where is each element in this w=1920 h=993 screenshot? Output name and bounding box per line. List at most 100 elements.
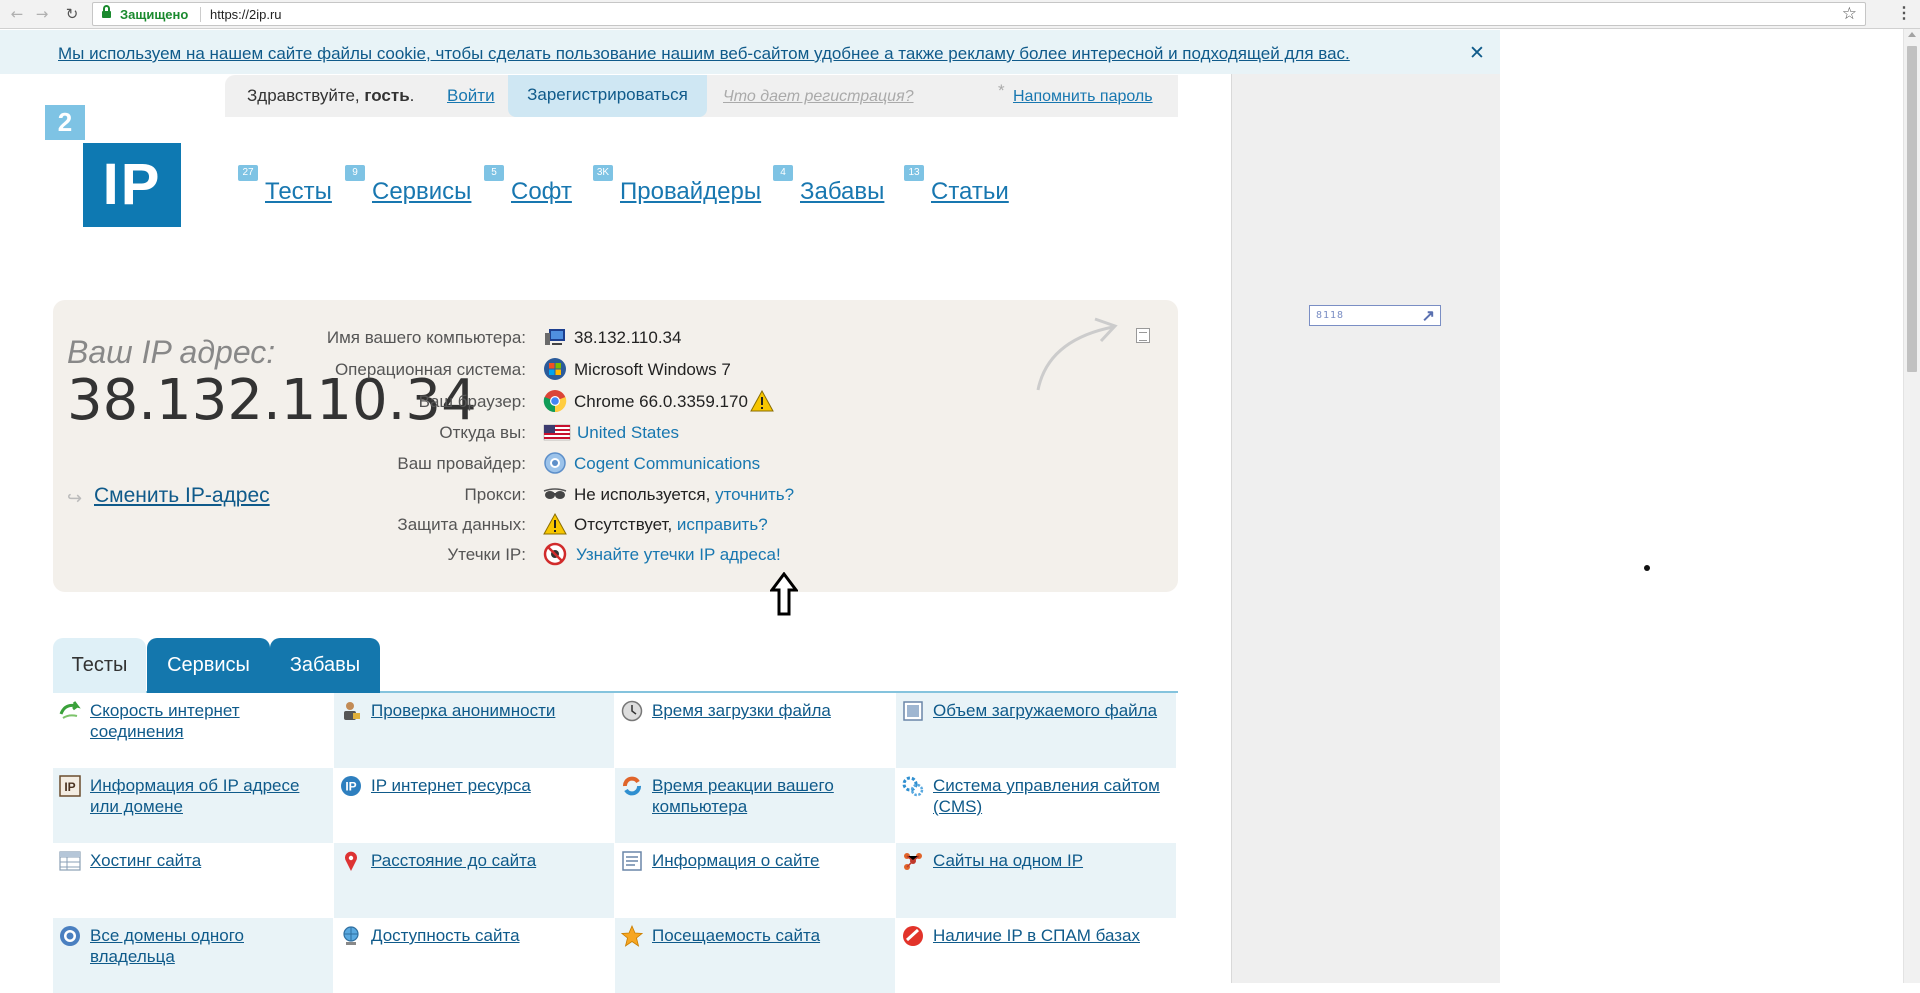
test-link[interactable]: Система управления сайтом (CMS) (933, 775, 1168, 817)
hosting-icon (59, 851, 81, 871)
test-link[interactable]: Время реакции вашего компьютера (652, 775, 887, 817)
test-item: Наличие IP в СПАМ базах (896, 918, 1176, 993)
secure-label: Защищено (120, 7, 189, 22)
star-icon (621, 925, 643, 947)
info-row-proxy: Прокси: Не используется, уточнить? (413, 482, 1013, 506)
test-link[interactable]: Скорость интернет соединения (90, 700, 325, 742)
glasses-icon (543, 488, 567, 499)
test-link[interactable]: Все домены одного владельца (90, 925, 325, 967)
ip-heading: Ваш IP адрес: (67, 334, 276, 370)
protection-status: Отсутствует, (574, 515, 673, 534)
protection-fix-link[interactable]: исправить? (677, 515, 768, 534)
user-bar: Здравствуйте, гость. Войти Зарегистриров… (225, 75, 1178, 117)
test-link[interactable]: Наличие IP в СПАМ базах (933, 925, 1168, 946)
cookie-banner: Мы используем на нашем сайте файлы cooki… (0, 30, 1500, 74)
info-label: Защита данных: (397, 515, 526, 534)
test-link[interactable]: Расстояние до сайта (371, 850, 606, 871)
tab-tests[interactable]: Тесты (53, 638, 146, 693)
info-label: Откуда вы: (439, 423, 526, 442)
decorative-arrow-icon (1036, 317, 1118, 391)
browser-warning-icon[interactable] (750, 390, 774, 412)
tab-fun[interactable]: Забавы (270, 638, 380, 693)
up-arrow-icon (770, 572, 798, 616)
nav-link-fun[interactable]: Забавы (800, 178, 884, 206)
address-bar[interactable]: Защищено https://2ip.ru ☆ (92, 2, 1866, 26)
greeting: Здравствуйте, гость. (247, 86, 414, 106)
nav-badge: 3K (593, 165, 613, 181)
browser-menu-icon[interactable]: ⋮ (1896, 3, 1912, 23)
nav-badge: 4 (773, 165, 793, 181)
test-item: Объем загружаемого файла (896, 693, 1176, 768)
leak-icon (543, 542, 567, 566)
register-label: Зарегистрироваться (527, 85, 688, 104)
counter-widget[interactable]: 8118 ↗ (1309, 305, 1441, 326)
proxy-clarify-link[interactable]: уточнить? (715, 485, 794, 504)
tab-bar: Тесты Сервисы Забавы (53, 638, 1178, 693)
test-link[interactable]: Время загрузки файла (652, 700, 887, 721)
tests-row: Все домены одного владельца Доступность … (53, 918, 1178, 993)
scroll-up-icon[interactable] (1908, 32, 1916, 37)
info-value: Chrome 66.0.3359.170 (574, 392, 748, 411)
remind-password-link[interactable]: Напомнить пароль (1013, 88, 1153, 106)
reload-icon[interactable]: ↻ (63, 5, 81, 23)
spam-icon (903, 926, 923, 946)
svg-text:IP: IP (64, 780, 75, 794)
info-row-os: Операционная система: Microsoft Windows … (335, 357, 1013, 381)
nav-badge: 9 (345, 165, 365, 181)
login-link[interactable]: Войти (447, 86, 495, 106)
tests-row: IP Информация об IP адресе или домене IP… (53, 768, 1178, 843)
info-value: Не используется, уточнить? (574, 485, 794, 505)
ip-leaks-link[interactable]: Узнайте утечки IP адреса! (576, 545, 781, 564)
test-link[interactable]: Доступность сайта (371, 925, 606, 946)
test-item: Проверка анонимности (334, 693, 614, 768)
test-item: IP Информация об IP адресе или домене (53, 768, 333, 843)
test-link[interactable]: Посещаемость сайта (652, 925, 887, 946)
test-item: Все домены одного владельца (53, 918, 333, 993)
page-scrollbar[interactable] (1903, 29, 1920, 983)
test-link[interactable]: Информация об IP адресе или домене (90, 775, 325, 817)
provider-icon (544, 452, 566, 474)
proxy-status: Не используется, (574, 485, 711, 504)
tab-services[interactable]: Сервисы (147, 638, 270, 693)
greeting-prefix: Здравствуйте, (247, 86, 360, 105)
us-flag-icon (543, 424, 571, 441)
register-button[interactable]: Зарегистрироваться (508, 75, 707, 117)
test-link[interactable]: Хостинг сайта (90, 850, 325, 871)
copy-icon[interactable] (1136, 328, 1150, 343)
logo-number: 2 (45, 105, 85, 140)
provider-link[interactable]: Cogent Communications (574, 454, 760, 473)
ip-info-icon: IP (59, 775, 81, 797)
cursor-dot (1644, 565, 1650, 571)
forward-icon[interactable]: → (33, 5, 51, 23)
site-logo[interactable]: 2 IP (45, 105, 181, 227)
change-arrow-icon: ↪ (67, 488, 83, 508)
nav-link-providers[interactable]: Провайдеры (620, 178, 761, 206)
distance-pin-icon (345, 851, 357, 871)
info-label: Ваш провайдер: (397, 454, 526, 473)
info-value: United States (577, 423, 679, 443)
remind-asterisk: * (998, 81, 1005, 100)
test-item: Скорость интернет соединения (53, 693, 333, 768)
test-link[interactable]: IP интернет ресурса (371, 775, 606, 796)
nav-link-tests[interactable]: Тесты (265, 178, 332, 206)
test-link[interactable]: Объем загружаемого файла (933, 700, 1168, 721)
test-link[interactable]: Информация о сайте (652, 850, 887, 871)
back-icon[interactable]: ← (8, 5, 26, 23)
nav-badge: 5 (484, 165, 504, 181)
ip-info-panel: Ваш IP адрес: 38.132.110.34 ↪ Сменить IP… (53, 300, 1178, 592)
close-icon[interactable]: ✕ (1469, 42, 1485, 64)
test-link[interactable]: Проверка анонимности (371, 700, 606, 721)
country-link[interactable]: United States (577, 423, 679, 442)
nav-link-services[interactable]: Сервисы (372, 178, 471, 206)
test-link[interactable]: Сайты на одном IP (933, 850, 1168, 871)
nav-link-articles[interactable]: Статьи (931, 178, 1009, 206)
tests-row: Хостинг сайта Расстояние до сайта Информ… (53, 843, 1178, 918)
svg-text:IP: IP (345, 780, 356, 794)
cookie-notice-link[interactable]: Мы используем на нашем сайте файлы cooki… (58, 44, 1350, 64)
change-ip-link[interactable]: Сменить IP-адрес (94, 484, 270, 508)
why-register-link[interactable]: Что дает регистрация? (723, 88, 914, 106)
nav-link-software[interactable]: Софт (511, 178, 572, 206)
bookmark-star-icon[interactable]: ☆ (1842, 4, 1857, 24)
url-text[interactable]: https://2ip.ru (210, 7, 282, 22)
scrollbar-thumb[interactable] (1907, 46, 1917, 372)
